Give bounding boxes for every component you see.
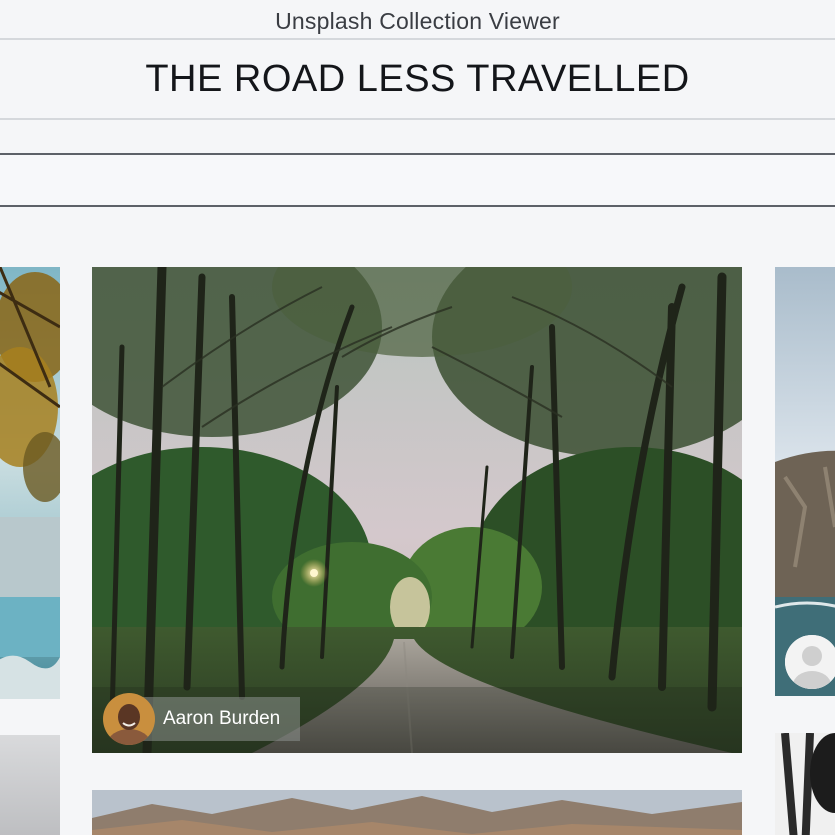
photo-card-left[interactable] bbox=[0, 267, 60, 699]
collection-title: THE ROAD LESS TRAVELLED bbox=[145, 58, 690, 100]
author-name[interactable]: Aaron Burden bbox=[137, 697, 301, 741]
header-divider-bottom bbox=[0, 118, 835, 120]
app-title: Unsplash Collection Viewer bbox=[275, 8, 560, 34]
photo-left-image bbox=[0, 267, 60, 699]
navigation-bar[interactable] bbox=[0, 153, 835, 207]
photo-right-image bbox=[775, 267, 835, 696]
header-divider-top bbox=[0, 38, 835, 40]
author-avatar[interactable] bbox=[103, 693, 155, 745]
photo-card-main[interactable] bbox=[92, 267, 742, 753]
user-placeholder-icon bbox=[785, 635, 835, 689]
photo-card-bottom[interactable] bbox=[92, 790, 742, 835]
mountains-image bbox=[92, 790, 742, 835]
collection-viewer-page: Unsplash Collection Viewer THE ROAD LESS… bbox=[0, 0, 835, 835]
forest-road-image bbox=[92, 267, 742, 753]
photo-card-left-bottom[interactable] bbox=[0, 735, 60, 835]
avatar-image bbox=[103, 693, 155, 745]
author-chip[interactable]: Aaron Burden bbox=[103, 693, 301, 745]
photo-card-right-bottom[interactable] bbox=[775, 733, 835, 835]
photo-right-bottom-image bbox=[775, 733, 835, 835]
author-avatar-right[interactable] bbox=[785, 635, 835, 689]
photo-card-right[interactable] bbox=[775, 267, 835, 696]
